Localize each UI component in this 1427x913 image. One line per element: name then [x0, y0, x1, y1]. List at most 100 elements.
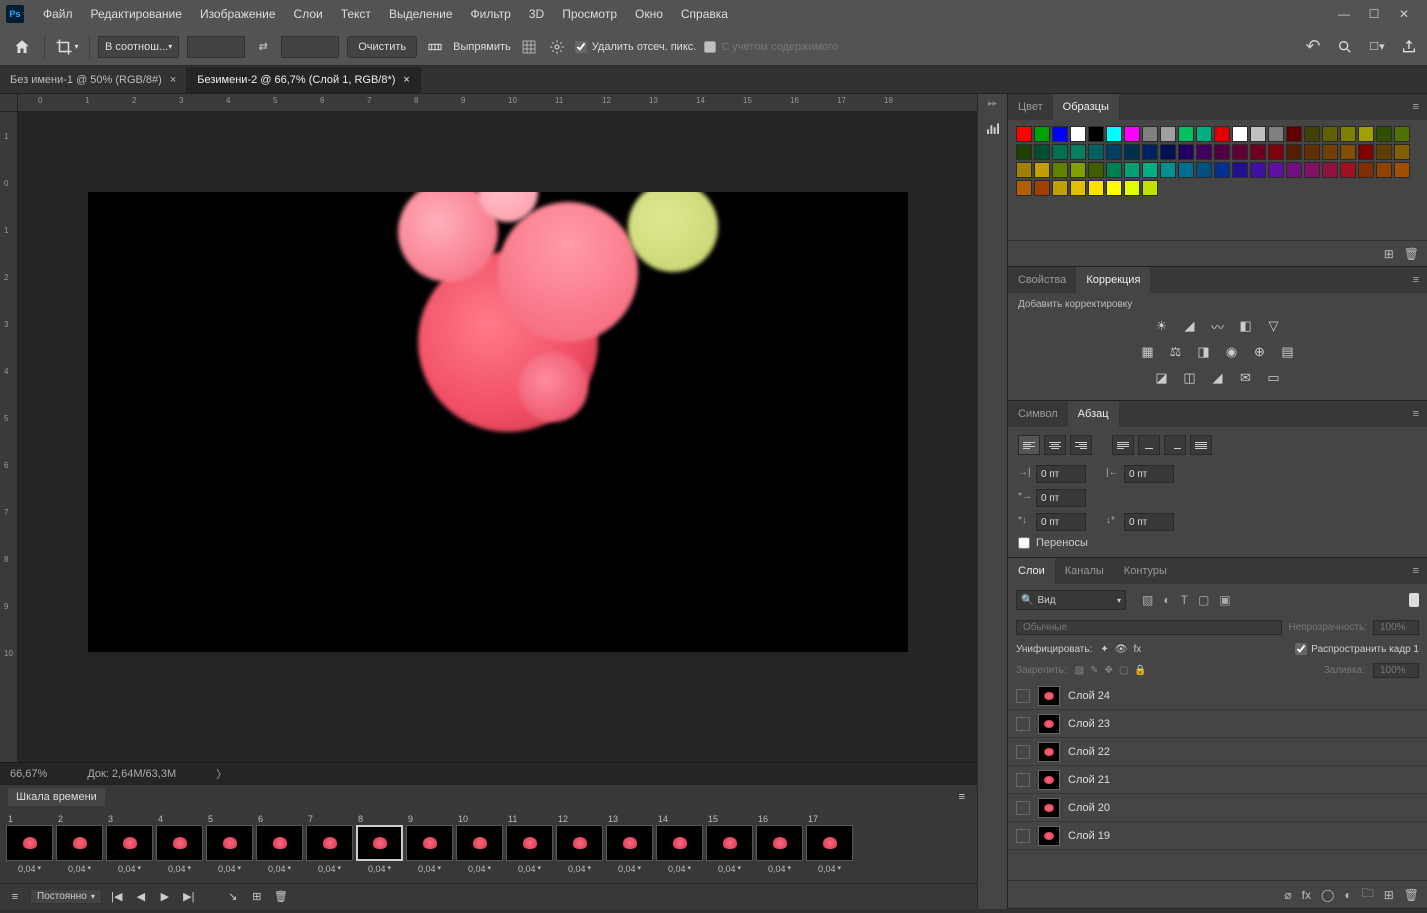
- swap-dims-icon[interactable]: ⇄: [253, 37, 273, 57]
- swatch[interactable]: [1322, 126, 1338, 142]
- swatch[interactable]: [1070, 180, 1086, 196]
- panel-menu-icon[interactable]: ≡: [1405, 101, 1427, 113]
- timeline-frame[interactable]: 20,04 ▾: [56, 813, 103, 879]
- first-frame-icon[interactable]: |◀: [108, 888, 126, 906]
- swatch[interactable]: [1214, 162, 1230, 178]
- swatch[interactable]: [1232, 126, 1248, 142]
- swatch[interactable]: [1250, 144, 1266, 160]
- hyphenate-checkbox[interactable]: Переносы: [1018, 537, 1417, 549]
- swatch[interactable]: [1394, 144, 1410, 160]
- frame-duration[interactable]: 0,04 ▾: [506, 861, 553, 874]
- share-icon[interactable]: [1399, 37, 1419, 57]
- filter-type-icon[interactable]: T: [1181, 593, 1188, 607]
- close-icon[interactable]: ✕: [1395, 5, 1413, 23]
- swatch[interactable]: [1160, 162, 1176, 178]
- layer-thumbnail[interactable]: [1038, 714, 1060, 734]
- swatch[interactable]: [1250, 162, 1266, 178]
- aspect-ratio-select[interactable]: В соотнош...▾: [98, 36, 179, 58]
- layer-name[interactable]: Слой 19: [1068, 830, 1110, 842]
- delete-cropped-checkbox[interactable]: Удалить отсеч. пикс.: [575, 41, 697, 53]
- fill-input[interactable]: 100%: [1373, 663, 1419, 678]
- space-before-input[interactable]: [1036, 513, 1086, 531]
- frame-duration[interactable]: 0,04 ▾: [156, 861, 203, 874]
- timeline-frame[interactable]: 130,04 ▾: [606, 813, 653, 879]
- photo-filter-icon[interactable]: ◉: [1222, 342, 1242, 362]
- layer-visibility-icon[interactable]: [1016, 689, 1030, 703]
- swatch[interactable]: [1016, 180, 1032, 196]
- swatch[interactable]: [1070, 162, 1086, 178]
- timeline-frame[interactable]: 120,04 ▾: [556, 813, 603, 879]
- lock-transparency-icon[interactable]: ▧: [1075, 665, 1084, 676]
- indent-left-input[interactable]: [1036, 465, 1086, 483]
- tween-icon[interactable]: ↘: [224, 888, 242, 906]
- layer-visibility-icon[interactable]: [1016, 801, 1030, 815]
- clear-button[interactable]: Очистить: [347, 36, 417, 58]
- swatch[interactable]: [1286, 126, 1302, 142]
- swatch[interactable]: [1142, 126, 1158, 142]
- layer-name[interactable]: Слой 20: [1068, 802, 1110, 814]
- layer-name[interactable]: Слой 21: [1068, 774, 1110, 786]
- frame-duration[interactable]: 0,04 ▾: [6, 861, 53, 874]
- timeline-tab[interactable]: Шкала времени: [8, 788, 105, 806]
- swatch[interactable]: [1016, 144, 1032, 160]
- frame-duration[interactable]: 0,04 ▾: [456, 861, 503, 874]
- posterize-icon[interactable]: ◫: [1180, 368, 1200, 388]
- propagate-frame-checkbox[interactable]: Распространить кадр 1: [1295, 643, 1419, 655]
- layer-thumbnail[interactable]: [1038, 686, 1060, 706]
- timeline-menu-icon[interactable]: ≡: [955, 787, 969, 807]
- menu-help[interactable]: Справка: [672, 0, 737, 28]
- swatch[interactable]: [1106, 180, 1122, 196]
- swatch[interactable]: [1088, 144, 1104, 160]
- swatch[interactable]: [1070, 144, 1086, 160]
- filter-adjust-icon[interactable]: ◐: [1163, 593, 1170, 607]
- play-icon[interactable]: ▶: [156, 888, 174, 906]
- filter-toggle[interactable]: [1409, 593, 1419, 607]
- frame-duration[interactable]: 0,04 ▾: [556, 861, 603, 874]
- swatch[interactable]: [1034, 180, 1050, 196]
- menu-window[interactable]: Окно: [626, 0, 672, 28]
- menu-image[interactable]: Изображение: [191, 0, 285, 28]
- crop-height-input[interactable]: [281, 36, 339, 58]
- lock-image-icon[interactable]: ✎: [1090, 665, 1098, 676]
- indent-right-input[interactable]: [1124, 465, 1174, 483]
- swatch[interactable]: [1232, 162, 1248, 178]
- delete-frame-icon[interactable]: 🗑: [272, 888, 290, 906]
- timeline-frame[interactable]: 40,04 ▾: [156, 813, 203, 879]
- arrange-docs-icon[interactable]: ☐▾: [1367, 37, 1387, 57]
- swatch[interactable]: [1178, 144, 1194, 160]
- layer-row[interactable]: Слой 20: [1008, 794, 1427, 822]
- straighten-label[interactable]: Выпрямить: [453, 41, 511, 53]
- filter-pixel-icon[interactable]: ▧: [1142, 593, 1153, 607]
- align-center-icon[interactable]: [1044, 435, 1066, 455]
- swatch[interactable]: [1142, 180, 1158, 196]
- hue-sat-icon[interactable]: ▦: [1138, 342, 1158, 362]
- overlay-grid-icon[interactable]: [519, 37, 539, 57]
- layer-fx-icon[interactable]: fx: [1302, 888, 1311, 902]
- selective-color-icon[interactable]: ✉: [1236, 368, 1256, 388]
- panel-menu-icon[interactable]: ≡: [1405, 565, 1427, 577]
- swatch[interactable]: [1214, 144, 1230, 160]
- blend-mode-select[interactable]: Обычные: [1016, 620, 1282, 635]
- swatch[interactable]: [1034, 144, 1050, 160]
- swatch[interactable]: [1340, 144, 1356, 160]
- swatch[interactable]: [1160, 126, 1176, 142]
- channel-mixer-icon[interactable]: ⊕: [1250, 342, 1270, 362]
- timeline-frame[interactable]: 90,04 ▾: [406, 813, 453, 879]
- new-group-icon[interactable]: 🗀: [1362, 884, 1374, 905]
- menu-3d[interactable]: 3D: [520, 0, 553, 28]
- swatch[interactable]: [1394, 126, 1410, 142]
- justify-center-icon[interactable]: [1138, 435, 1160, 455]
- swatch[interactable]: [1088, 180, 1104, 196]
- layer-filter-select[interactable]: 🔍 Вид▾: [1016, 590, 1126, 610]
- swatch[interactable]: [1088, 126, 1104, 142]
- swatch[interactable]: [1286, 162, 1302, 178]
- swatch[interactable]: [1160, 144, 1176, 160]
- panel-menu-icon[interactable]: ≡: [1405, 274, 1427, 286]
- loop-select[interactable]: Постоянно ▾: [30, 889, 102, 904]
- timeline-frame[interactable]: 70,04 ▾: [306, 813, 353, 879]
- swatch[interactable]: [1358, 126, 1374, 142]
- swatch[interactable]: [1034, 126, 1050, 142]
- tab-swatches[interactable]: Образцы: [1053, 94, 1119, 120]
- lock-all-icon[interactable]: 🔒: [1134, 665, 1146, 676]
- content-aware-checkbox[interactable]: С учетом содержимого: [704, 41, 838, 53]
